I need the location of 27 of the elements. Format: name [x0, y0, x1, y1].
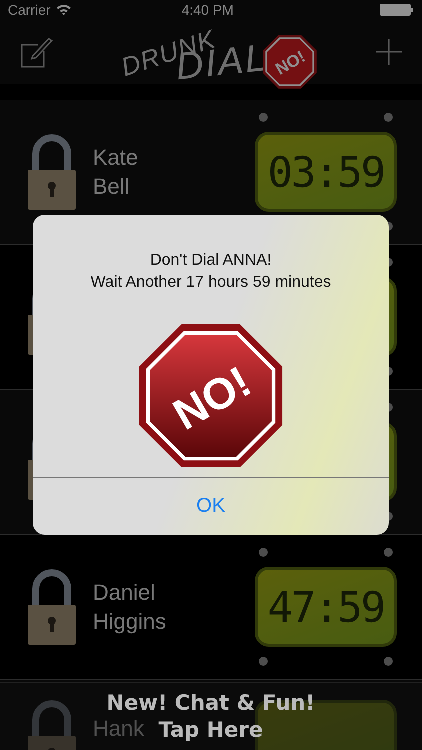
padlock-icon [27, 569, 77, 645]
screw-icon [384, 548, 393, 557]
timer-display: 47:59 [255, 567, 397, 647]
contact-name: Bell [93, 174, 130, 200]
screw-icon [259, 113, 268, 122]
compose-icon[interactable] [21, 36, 53, 68]
screw-icon [259, 657, 268, 666]
add-icon[interactable] [376, 39, 402, 65]
contact-name: Higgins [93, 608, 166, 634]
carrier-label: Carrier [8, 2, 51, 18]
banner-text: Tap Here [158, 716, 264, 744]
contact-name: Hank [93, 716, 144, 742]
alert-title: Don't Dial ANNA! [150, 251, 272, 271]
screw-icon [384, 657, 393, 666]
stop-sign-icon: NO! [138, 323, 284, 469]
clock-label: 4:40 PM [182, 2, 234, 18]
screw-icon [384, 113, 393, 122]
timer-display: 03:59 [255, 132, 397, 212]
contact-name: Daniel [93, 580, 156, 606]
contact-name: Kate [93, 144, 138, 170]
alert-message: Wait Another 17 hours 59 minutes [90, 273, 332, 293]
battery-icon [380, 4, 414, 16]
screw-icon [259, 548, 268, 557]
stop-sign-icon: NO! [262, 34, 318, 90]
padlock-icon [27, 134, 77, 210]
wifi-icon [56, 4, 72, 16]
banner-text: New! Chat & Fun! [106, 690, 316, 716]
